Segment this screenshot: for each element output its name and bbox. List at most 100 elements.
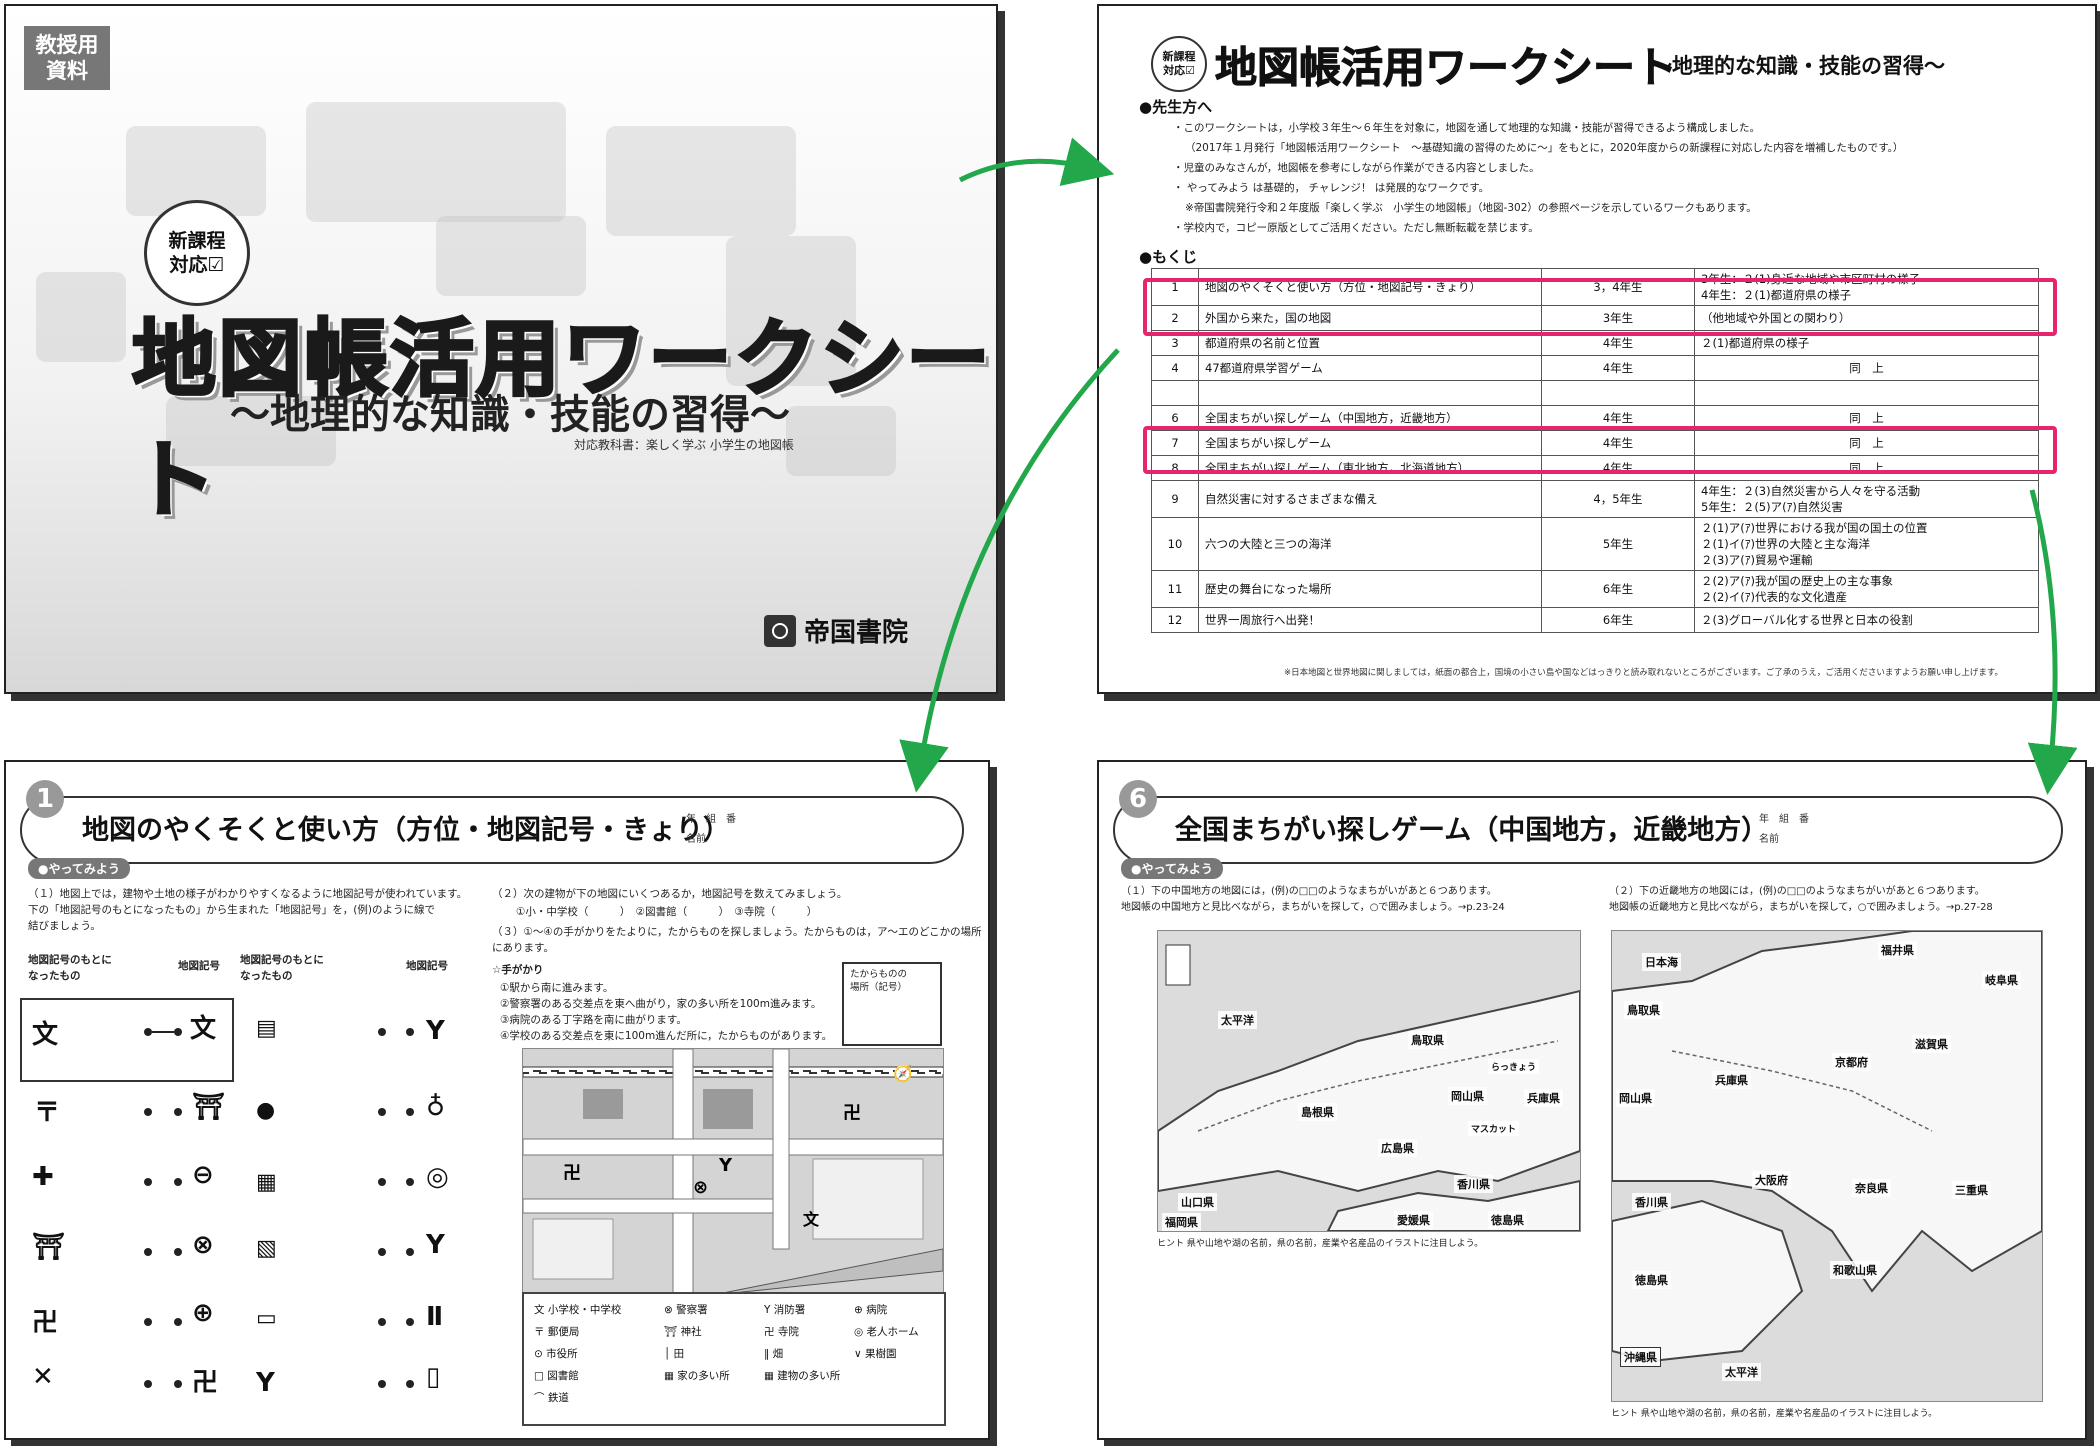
place-label: 三重県 — [1952, 1181, 1991, 1199]
toc-footnote: ※日本地図と世界地図に関しましては，紙面の都合上，国境の小さい島や国などはっきり… — [1284, 668, 2004, 678]
match-dot[interactable] — [378, 1028, 386, 1036]
svg-text:卍: 卍 — [563, 1163, 581, 1184]
legend-item: ▦ 建物の多い所 — [764, 1370, 841, 1382]
place-label: 山口県 — [1178, 1193, 1217, 1211]
contents-row: 4 47都道府県学習ゲーム 4年生同 上 — [1151, 355, 2039, 381]
teachers-line: ・児童のみなさんが，地図帳を参考にしながら作業ができる内容としました。 — [1173, 162, 1540, 174]
contents-unit: 同 上 — [1694, 355, 2039, 381]
match-dot[interactable] — [378, 1248, 386, 1256]
place-label: 鳥取県 — [1624, 1001, 1663, 1019]
match-dot[interactable] — [174, 1178, 182, 1186]
map-1-hint: ヒント 県や山地や湖の名前，県の名前，産業や名産品のイラストに注目しよう。 — [1157, 1239, 1484, 1249]
place-label: 兵庫県 — [1712, 1071, 1751, 1089]
place-label: 徳島県 — [1632, 1271, 1671, 1289]
place-label: 大阪府 — [1752, 1171, 1791, 1189]
legend-item: │ 田 — [664, 1348, 685, 1360]
question-3: （３）①〜④の手がかりをたよりに，たからものを探しましょう。たからものは，ア〜エ… — [492, 926, 982, 954]
match-dot[interactable] — [174, 1318, 182, 1326]
map-2-hint: ヒント 県や山地や湖の名前，県の名前，産業や名産品のイラストに注目しよう。 — [1611, 1409, 1938, 1419]
match-dot[interactable] — [174, 1028, 182, 1036]
place-label: 徳島県 — [1488, 1211, 1527, 1229]
svg-text:卍: 卍 — [843, 1103, 861, 1124]
map-symbol: ⊗ — [192, 1230, 214, 1260]
match-dot[interactable] — [144, 1318, 152, 1326]
origin-symbol: ▭ — [256, 1306, 277, 1331]
match-dot[interactable] — [174, 1380, 182, 1388]
contents-grade: 4年生 — [1541, 355, 1695, 381]
legend-item: ⊕ 病院 — [854, 1304, 888, 1316]
contents-unit: 4年生：２(3)自然災害から人々を守る活動 5年生：２(5)ア(ｱ)自然災害 — [1694, 480, 2039, 518]
contents-row: 12 世界一周旅行へ出発！ 6年生 ２(3)グローバル化する世界と日本の役割 — [1151, 607, 2039, 633]
match-dot[interactable] — [406, 1248, 414, 1256]
svg-text:Y: Y — [718, 1155, 733, 1176]
match-dot[interactable] — [406, 1028, 414, 1036]
teachers-line: （2017年１月発行「地図帳活用ワークシート 〜基礎知識の習得のために〜」をもと… — [1185, 142, 1904, 154]
place-label: 福井県 — [1878, 941, 1917, 959]
contents-unit — [1694, 380, 2039, 406]
contents-grade — [1541, 380, 1695, 406]
toc-subtitle: 〜地理的な知識・技能の習得〜 — [1651, 54, 1945, 78]
place-label: 日本海 — [1642, 953, 1681, 971]
contents-number: 12 — [1151, 607, 1199, 633]
town-map: Y ⊗ 卍 卍 文 🧭 — [522, 1048, 944, 1294]
match-dot[interactable] — [406, 1380, 414, 1388]
new-curriculum-badge: 新課程 対応☑ — [144, 200, 250, 306]
origin-symbol: ✚ — [32, 1162, 54, 1192]
match-dot[interactable] — [406, 1178, 414, 1186]
contents-row — [1151, 380, 2039, 406]
treasure-answer-label: たからものの 場所（記号） — [850, 969, 908, 993]
place-label: 鳥取県 — [1408, 1031, 1447, 1049]
legend-item: ◎ 老人ホーム — [854, 1326, 919, 1338]
place-label: 香川県 — [1454, 1175, 1493, 1193]
place-label: マスカット — [1468, 1121, 1520, 1136]
place-label: 奈良県 — [1852, 1179, 1891, 1197]
chugoku-map: 太平洋 鳥取県 島根県 岡山県 兵庫県 広島県 山口県 香川県 愛媛県 徳島県 … — [1157, 930, 1581, 1232]
cover-decor-tile — [36, 272, 126, 362]
hint-list: ①駅から南に進みます。 ②警察署のある交差点を東へ曲がり，家の多い所を100m進… — [500, 982, 833, 1042]
match-dot[interactable] — [144, 1108, 152, 1116]
worksheet-number: 1 — [26, 780, 64, 818]
match-dot[interactable] — [144, 1380, 152, 1388]
legend-item: □ 図書館 — [534, 1370, 579, 1382]
match-dot[interactable] — [144, 1178, 152, 1186]
legend-item: ▦ 家の多い所 — [664, 1370, 730, 1382]
match-dot[interactable] — [378, 1108, 386, 1116]
match-dot[interactable] — [378, 1178, 386, 1186]
svg-text:文: 文 — [803, 1210, 820, 1229]
match-dot[interactable] — [378, 1380, 386, 1388]
legend-item: ⌒ 鉄道 — [534, 1392, 569, 1404]
cover-decor-tile — [436, 216, 586, 296]
match-dot[interactable] — [406, 1318, 414, 1326]
match-dot[interactable] — [174, 1248, 182, 1256]
place-label: らっきょう — [1488, 1059, 1540, 1074]
question-2: （２）下の近畿地方の地図には，(例)の□□のようなまちがいがあと６つあります。 … — [1609, 886, 1993, 913]
map-symbol: ♁ — [426, 1092, 446, 1122]
treasure-answer-box[interactable]: たからものの 場所（記号） — [842, 962, 942, 1046]
map-symbol: ⊖ — [192, 1160, 214, 1190]
place-label: 愛媛県 — [1394, 1211, 1433, 1229]
origin-symbol: Y — [256, 1368, 275, 1398]
teachers-heading: ●先生方へ — [1139, 98, 1213, 116]
contents-title — [1198, 380, 1542, 406]
match-dot[interactable] — [406, 1108, 414, 1116]
place-label: 福岡県 — [1162, 1213, 1201, 1231]
publisher: 帝国書院 — [764, 612, 908, 649]
origin-symbol: 〒 — [34, 1098, 61, 1128]
place-label: 兵庫県 — [1524, 1089, 1563, 1107]
origin-symbol: ▧ — [256, 1236, 277, 1261]
place-label: 沖縄県 — [1620, 1347, 1661, 1367]
legend-item: ∨ 果樹園 — [854, 1348, 897, 1360]
match-dot[interactable] — [144, 1028, 152, 1036]
match-dot[interactable] — [378, 1318, 386, 1326]
chugoku-map-drawing — [1158, 931, 1580, 1231]
place-label: 太平洋 — [1218, 1011, 1257, 1029]
contents-title: 六つの大陸と三つの海洋 — [1198, 517, 1542, 571]
yattemiyou-label: ●やってみよう — [1121, 858, 1223, 879]
place-label: 和歌山県 — [1830, 1261, 1880, 1279]
question-1: （１）地図上では，建物や土地の様子がわかりやすくなるように地図記号が使われていま… — [28, 888, 468, 932]
contents-grade: 6年生 — [1541, 570, 1695, 608]
match-dot[interactable] — [144, 1248, 152, 1256]
col-origin-header: 地図記号のもとに なったもの — [240, 954, 324, 982]
match-dot[interactable] — [174, 1108, 182, 1116]
map-symbol: Y — [426, 1016, 445, 1046]
